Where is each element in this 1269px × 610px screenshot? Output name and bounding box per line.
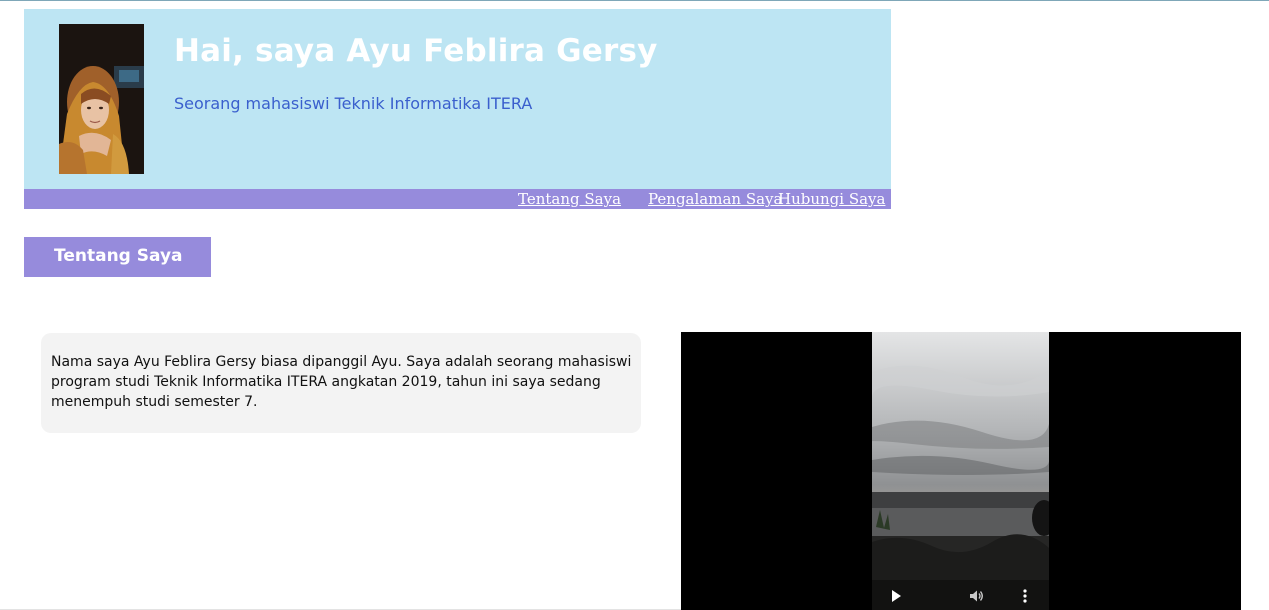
about-text: Nama saya Ayu Feblira Gersy biasa dipang… xyxy=(51,354,632,410)
about-card: Nama saya Ayu Feblira Gersy biasa dipang… xyxy=(41,333,641,433)
hero-subtitle: Seorang mahasiswi Teknik Informatika ITE… xyxy=(174,94,533,113)
video-player[interactable] xyxy=(681,332,1241,610)
more-options-icon[interactable] xyxy=(1017,588,1033,604)
profile-photo xyxy=(59,24,144,174)
nav-link-pengalaman-saya[interactable]: Pengalaman Saya xyxy=(648,190,782,208)
top-border xyxy=(0,0,1269,1)
main-nav: Tentang Saya Pengalaman Saya Hubungi Say… xyxy=(24,189,891,209)
nav-link-tentang-saya[interactable]: Tentang Saya xyxy=(518,190,621,208)
video-frame xyxy=(872,332,1049,610)
profile-header: Hai, saya Ayu Feblira Gersy Seorang maha… xyxy=(24,9,891,189)
play-icon[interactable] xyxy=(888,588,904,604)
section-title: Tentang Saya xyxy=(54,246,183,266)
volume-icon[interactable] xyxy=(968,588,984,604)
nav-link-hubungi-saya[interactable]: Hubungi Saya xyxy=(778,190,885,208)
hero-title: Hai, saya Ayu Feblira Gersy xyxy=(174,33,658,69)
section-heading: Tentang Saya xyxy=(24,237,211,277)
